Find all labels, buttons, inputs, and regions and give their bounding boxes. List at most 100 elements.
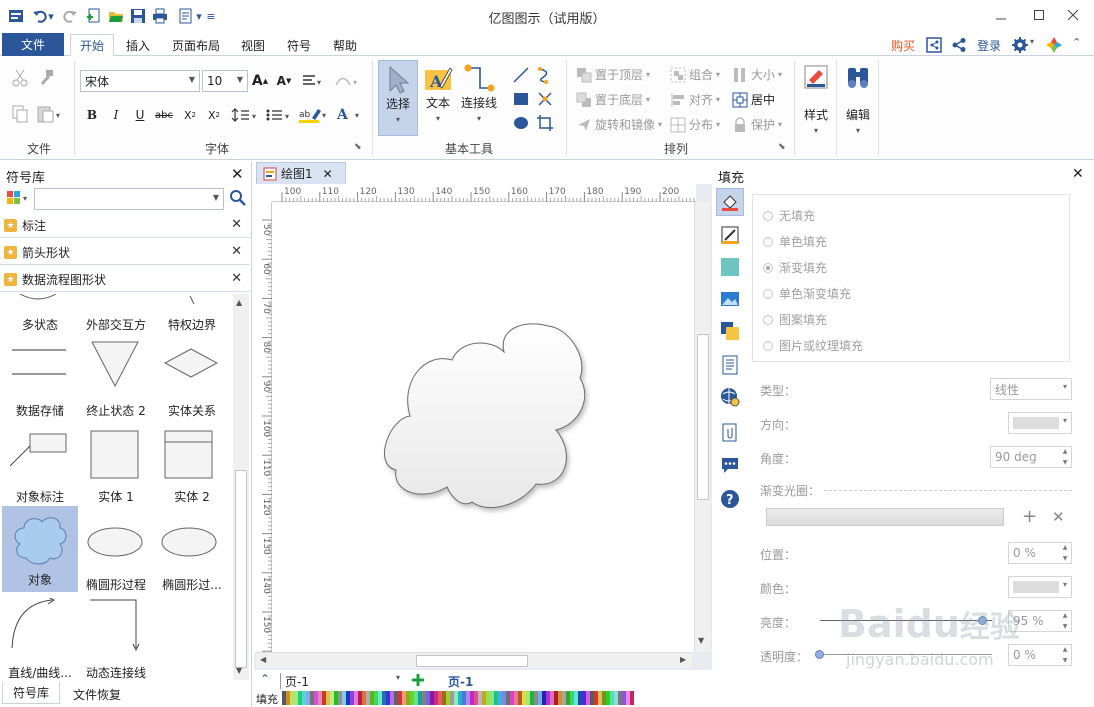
point-tool-icon[interactable] [536, 90, 554, 108]
document-tab-close-icon[interactable]: ✕ [323, 167, 333, 181]
color-swatch[interactable] [606, 691, 610, 705]
settings-dropdown-icon[interactable]: ▾ [1030, 37, 1034, 46]
layer-panel-icon[interactable] [719, 320, 741, 342]
color-swatch[interactable] [534, 691, 538, 705]
tab-page-layout[interactable]: 页面布局 [166, 34, 226, 56]
color-swatch[interactable] [578, 691, 582, 705]
color-swatch[interactable] [566, 691, 570, 705]
category-close-icon[interactable]: ✕ [231, 217, 242, 232]
shape-label-object-callout[interactable]: 对象标注 [2, 488, 78, 505]
curve-connector-icon[interactable] [536, 66, 554, 84]
font-dialog-launcher-icon[interactable]: ⬊ [354, 142, 362, 152]
color-swatch[interactable] [590, 691, 594, 705]
bullet-list-icon[interactable]: ▾ [264, 105, 294, 125]
color-swatch[interactable] [362, 691, 366, 705]
color-swatch[interactable] [550, 691, 554, 705]
superscript-button[interactable]: X2 [204, 105, 224, 125]
color-swatch[interactable] [366, 691, 370, 705]
line-panel-icon[interactable] [719, 224, 741, 246]
size-button[interactable]: 大小 ▾ [732, 66, 782, 83]
color-swatch[interactable] [478, 691, 482, 705]
shape-label-dynamic-connector[interactable]: 动态连接线 [78, 664, 154, 680]
color-swatch[interactable] [346, 691, 350, 705]
color-swatch[interactable] [530, 691, 534, 705]
tab-view[interactable]: 视图 [234, 34, 272, 56]
shape-entity-2[interactable] [164, 430, 214, 480]
color-swatch[interactable] [494, 691, 498, 705]
color-swatch[interactable] [406, 691, 410, 705]
color-swatch[interactable] [538, 691, 542, 705]
add-stop-icon[interactable]: + [1022, 508, 1037, 526]
increase-font-icon[interactable]: A ▲ [250, 71, 270, 91]
shape-label-ellipse-process-2[interactable]: 椭圆形过... [154, 576, 230, 593]
color-swatch[interactable] [466, 691, 470, 705]
color-swatch[interactable] [378, 691, 382, 705]
edit-button[interactable]: 编辑 ▾ [840, 64, 876, 150]
copy-icon[interactable] [10, 104, 30, 124]
color-swatch[interactable] [306, 691, 310, 705]
direction-select[interactable]: ▾ [1008, 412, 1072, 434]
color-swatch[interactable] [522, 691, 526, 705]
color-swatch[interactable] [458, 691, 462, 705]
page-collapse-icon[interactable]: ⌃ [260, 672, 270, 686]
color-swatch[interactable] [562, 691, 566, 705]
color-swatch[interactable] [442, 691, 446, 705]
color-swatch[interactable] [386, 691, 390, 705]
color-swatch[interactable] [370, 691, 374, 705]
category-close-icon[interactable]: ✕ [231, 271, 242, 286]
page-list-icon[interactable] [719, 354, 741, 376]
bring-to-front-button[interactable]: 置于顶层 ▾ [576, 66, 650, 83]
shape-object-selected[interactable]: 对象 [2, 506, 78, 592]
shape-label-data-store[interactable]: 数据存储 [2, 402, 78, 419]
subscript-button[interactable]: X2 [180, 105, 200, 125]
color-swatch[interactable] [618, 691, 622, 705]
rectangle-tool-icon[interactable] [512, 90, 530, 108]
collapse-ribbon-icon[interactable]: ⌃ [1072, 36, 1081, 49]
color-swatch[interactable] [546, 691, 550, 705]
minimize-button[interactable] [986, 4, 1016, 26]
angle-spinner[interactable]: 90 deg ▲ ▼ [990, 446, 1072, 468]
color-swatch[interactable] [554, 691, 558, 705]
login-link[interactable]: 登录 [977, 37, 1001, 54]
color-swatch[interactable] [414, 691, 418, 705]
library-category-arrows[interactable]: ★ 箭头形状 ✕ [0, 241, 250, 265]
color-swatch[interactable] [434, 691, 438, 705]
plugin-icon[interactable] [1045, 36, 1063, 54]
color-swatch[interactable] [334, 691, 338, 705]
color-swatch[interactable] [398, 691, 402, 705]
color-swatch[interactable] [570, 691, 574, 705]
color-swatch[interactable] [446, 691, 450, 705]
library-close-icon[interactable]: ✕ [231, 165, 244, 183]
color-swatch[interactable] [586, 691, 590, 705]
font-color-icon[interactable]: A ▾ [334, 105, 366, 125]
align-button[interactable]: 对齐 ▾ [670, 91, 720, 108]
color-swatch[interactable] [542, 691, 546, 705]
shape-ellipse-process-2[interactable] [160, 526, 218, 558]
fill-panel-close-icon[interactable]: ✕ [1072, 166, 1084, 182]
color-swatch[interactable] [614, 691, 618, 705]
color-swatch[interactable] [506, 691, 510, 705]
tab-file-recovery[interactable]: 文件恢复 [66, 685, 128, 703]
transparency-slider-knob[interactable] [815, 650, 824, 659]
color-swatch[interactable] [354, 691, 358, 705]
shape-label-multi-state[interactable]: 多状态 [2, 316, 78, 333]
color-swatch[interactable] [326, 691, 330, 705]
crop-tool-icon[interactable] [536, 114, 554, 132]
shape-entity-relation[interactable] [164, 348, 218, 378]
cut-icon[interactable] [10, 68, 30, 88]
color-swatch[interactable] [594, 691, 598, 705]
shape-data-store[interactable] [12, 346, 66, 378]
color-swatch[interactable] [294, 691, 298, 705]
color-swatch[interactable] [598, 691, 602, 705]
shape-object-callout[interactable] [8, 432, 68, 468]
share-screen-icon[interactable] [926, 37, 942, 53]
attachment-icon[interactable] [719, 422, 741, 444]
color-swatch[interactable] [462, 691, 466, 705]
color-swatch[interactable] [290, 691, 294, 705]
color-swatch[interactable] [454, 691, 458, 705]
search-icon[interactable] [229, 189, 247, 207]
color-swatch[interactable] [390, 691, 394, 705]
color-swatch[interactable] [358, 691, 362, 705]
maximize-button[interactable] [1024, 4, 1054, 26]
group-button[interactable]: 组合 ▾ [670, 66, 720, 83]
